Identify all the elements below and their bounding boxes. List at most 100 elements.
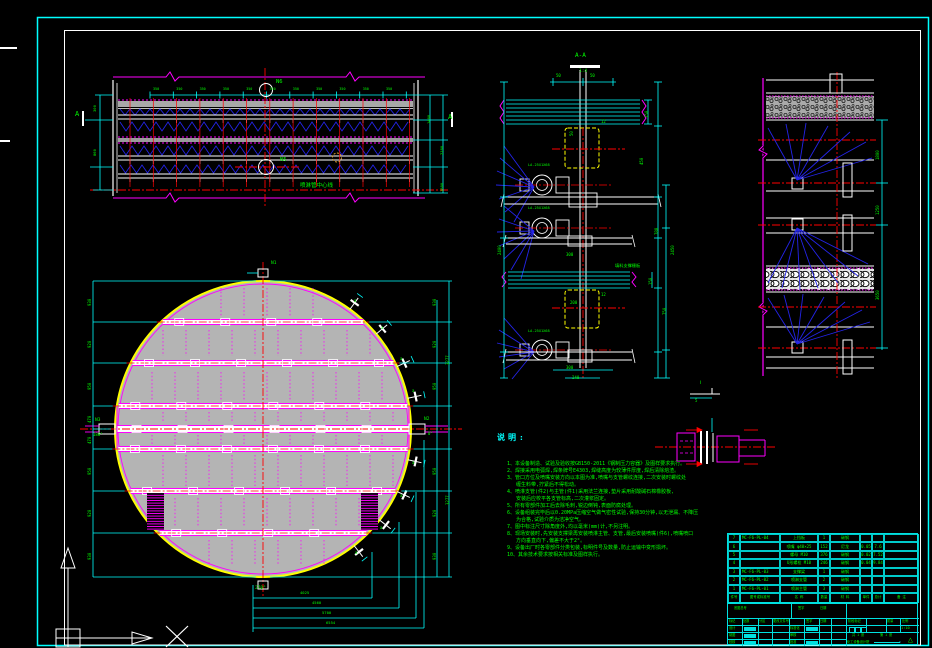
note-line: 7、图中标注尺寸除角度外,均以毫米(mm)计,不另注明。 bbox=[507, 524, 698, 531]
bom-cell: 喷嘴 φ40×25 bbox=[780, 542, 818, 550]
bom-cell bbox=[884, 551, 919, 559]
title-block-label: 签字 bbox=[806, 620, 812, 623]
bom-cell: 7.6 bbox=[872, 542, 884, 550]
bom-cell: 9.84 bbox=[872, 559, 884, 567]
bom-cell bbox=[860, 534, 872, 542]
title-block-label: ▸ bbox=[899, 640, 901, 644]
title-block-label: 化工设备设计院 bbox=[847, 641, 869, 644]
bom-cell: 1 bbox=[818, 534, 830, 542]
note-line: 为合格,试验介质为洁净空气。 bbox=[507, 517, 698, 524]
notes-block: 说明: 1、本设备制造、试验及验收按GB150-2011《钢制压力容器》及图样要… bbox=[497, 432, 698, 559]
bom-cell bbox=[884, 542, 919, 550]
note-line: 4、喷淋支管(件2)与主管(件1)采用法兰连接,垫片采用耐酸碱石棉橡胶板, bbox=[507, 489, 698, 496]
bom-cell bbox=[860, 576, 872, 584]
bom-cell: 1 bbox=[728, 585, 740, 593]
title-block-label: 阶段标记 bbox=[848, 620, 861, 623]
cad-canvas[interactable]: N6N5喷淋管中心线AA300860146021601800N1N3180°N2… bbox=[0, 0, 932, 648]
title-block-block bbox=[744, 641, 756, 645]
bom-cell: 支撑梁 bbox=[780, 568, 818, 576]
note-line: 安装后应校平各支管标高,二次灌浆固定。 bbox=[507, 496, 698, 503]
bom-cell: 3 bbox=[728, 568, 740, 576]
bom-cell bbox=[740, 542, 780, 550]
title-block-label: △ bbox=[908, 636, 913, 644]
title-block-label: 共 1 张 bbox=[852, 634, 864, 637]
title-block-line bbox=[804, 618, 805, 646]
note-line: 9、设备出厂时各零部件分类包装,标明件号及数量,防止运输中变形损坏。 bbox=[507, 545, 698, 552]
title-block-line bbox=[728, 639, 846, 640]
title-block-label: 分区 bbox=[759, 620, 765, 623]
title-block-label: 质量 bbox=[887, 620, 893, 623]
title-block-label: 签字 bbox=[798, 607, 804, 610]
title-block-label: 制图 bbox=[729, 634, 735, 637]
title-block-block bbox=[744, 627, 756, 631]
note-line: 1、本设备制造、试验及验收按GB150-2011《钢制压力容器》及图样要求执行。 bbox=[507, 461, 698, 468]
title-block-label: 校核 bbox=[729, 641, 735, 644]
bom-cell bbox=[884, 559, 919, 567]
title-block-label: 日期 bbox=[820, 620, 826, 623]
title-block-label: 日期 bbox=[820, 607, 826, 610]
title-block-label: 第 1 张 bbox=[880, 634, 892, 637]
bom-cell bbox=[884, 576, 919, 584]
title-block-line bbox=[728, 625, 919, 626]
bom-cell: 碳钢 bbox=[830, 568, 860, 576]
bom-cell bbox=[740, 559, 780, 567]
title-block-label: 底图总号 bbox=[734, 607, 747, 610]
bom-cell: 3 bbox=[818, 585, 830, 593]
note-line: 5、所有零部件加工后去除毛刺,锐边倒钝,表面防腐处理。 bbox=[507, 503, 698, 510]
bom-cell: 尼龙 bbox=[830, 542, 860, 550]
bom-cell bbox=[860, 568, 872, 576]
title-block-line bbox=[831, 618, 832, 646]
bom-cell: 5 bbox=[728, 551, 740, 559]
title-block-block bbox=[806, 641, 818, 645]
bom-cell: 6 bbox=[728, 542, 740, 550]
note-line: 缠生料带,拧紧后不得松动。 bbox=[507, 482, 698, 489]
note-line: 2、焊接采用电弧焊,焊条牌号E4303,焊缝高度为较薄件厚度,焊后清除熔渣。 bbox=[507, 468, 698, 475]
stage-mark-box bbox=[861, 627, 867, 633]
elevation-view bbox=[83, 68, 452, 207]
packing-section-view bbox=[758, 72, 888, 378]
title-block-label: 更改文件号 bbox=[773, 620, 789, 623]
title-block-label: 设计 bbox=[729, 627, 735, 630]
bom-cell bbox=[740, 551, 780, 559]
bom-cell: 376 bbox=[818, 551, 830, 559]
bom-cell: 0.02 bbox=[860, 551, 872, 559]
bom-cell bbox=[872, 585, 884, 593]
bom-cell bbox=[884, 568, 919, 576]
bom-cell: MC-F6-PL-02 bbox=[740, 576, 780, 584]
bom-cell: 喷淋主管 bbox=[780, 585, 818, 593]
title-block-label: 批准 bbox=[790, 641, 796, 644]
ucs-icon bbox=[56, 548, 188, 647]
title-block-block bbox=[806, 627, 818, 631]
title-block-block bbox=[744, 634, 756, 638]
bom-cell bbox=[872, 568, 884, 576]
bom-cell bbox=[884, 534, 919, 542]
notes-header: 说明: bbox=[497, 432, 698, 443]
note-line: 10、其余技术要求按相关标准及图样执行。 bbox=[507, 552, 698, 559]
plan-view bbox=[80, 262, 462, 632]
bom-cell: 2 bbox=[728, 576, 740, 584]
bom-cell bbox=[872, 534, 884, 542]
section-view bbox=[496, 65, 670, 379]
bom-cell: 上挡板 bbox=[780, 534, 818, 542]
bom-table: 7MC-F6-PL-04上挡板1碳钢6喷嘴 φ40×25152尼龙0.057.6… bbox=[727, 533, 918, 604]
bom-cell: 0.05 bbox=[860, 542, 872, 550]
bom-cell: 4 bbox=[728, 559, 740, 567]
title-block-line bbox=[791, 603, 792, 618]
title-block-label: 1:10 bbox=[901, 627, 910, 631]
bom-cell: 碳钢 bbox=[830, 576, 860, 584]
bom-cell: 7.52 bbox=[872, 551, 884, 559]
bom-cell: 碳钢 bbox=[830, 585, 860, 593]
bom-cell: 2 bbox=[818, 576, 830, 584]
note-line: 8、现场安装时,先安装支撑梁再安装喷淋主管、支管,最后安装喷嘴(件6),喷嘴喷口 bbox=[507, 531, 698, 538]
note-line: 3、管口方位及喷嘴安装方向以本图为准,喷嘴与支管螺纹连接,二次安装时螺纹处 bbox=[507, 475, 698, 482]
bom-cell: 碳钢 bbox=[830, 559, 860, 567]
title-block-block bbox=[874, 642, 900, 643]
title-block: 底图总号签字日期标记处数分区更改文件号签字日期设计标准化制图审核校核批准阶段标记… bbox=[727, 602, 918, 645]
bom-cell: 碳钢 bbox=[830, 551, 860, 559]
note-line: 6、设备组装完毕后以0.20MPa压缩空气做气密性试验,保持30分钟,以无泄漏、… bbox=[507, 510, 698, 517]
bom-cell: 0.04 bbox=[860, 559, 872, 567]
bom-cell: 螺母 M10 bbox=[780, 551, 818, 559]
title-block-label: 标记 bbox=[729, 620, 735, 623]
bom-cell: 152 bbox=[818, 542, 830, 550]
bom-cell bbox=[860, 585, 872, 593]
